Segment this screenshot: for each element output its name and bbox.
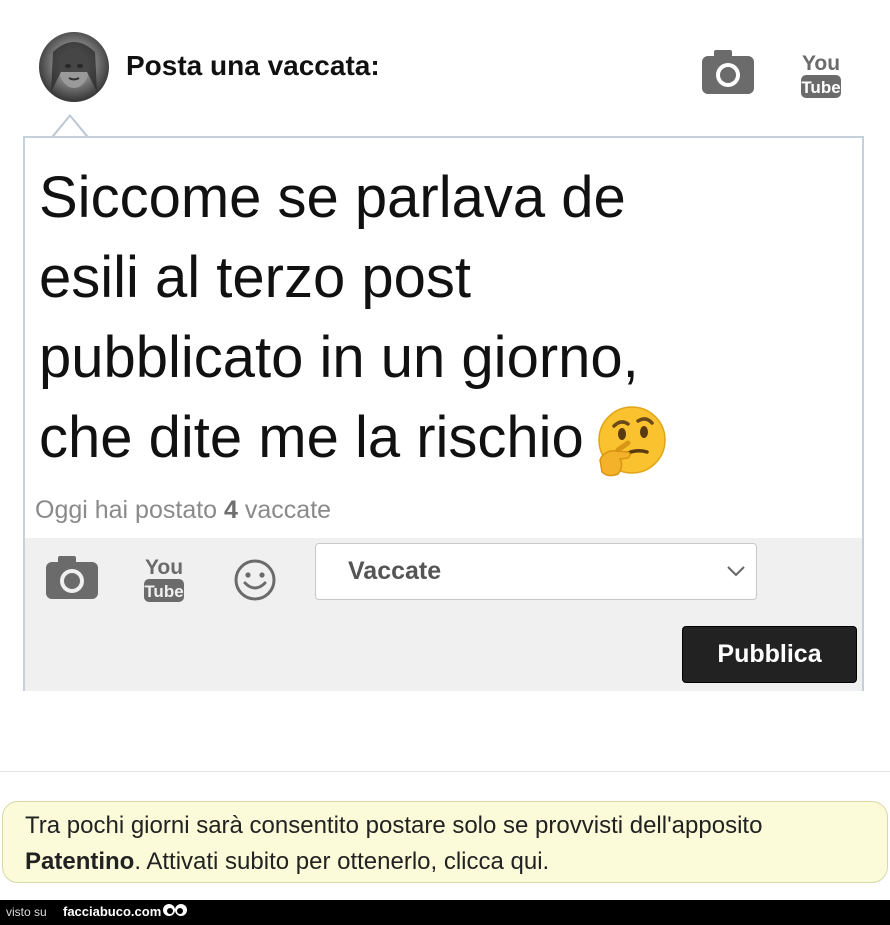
counter-value: 4: [224, 496, 238, 524]
notice-text-part1: Tra pochi giorni sarà consentito postare…: [25, 812, 763, 839]
post-text-line: Siccome se parlava de: [39, 165, 626, 230]
notice-text: Tra pochi giorni sarà consentito postare…: [25, 808, 865, 880]
post-composer: Siccome se parlava de esili al terzo pos…: [23, 136, 864, 691]
counter-prefix: Oggi hai postato: [35, 496, 218, 524]
category-select[interactable]: Vaccate: [315, 543, 757, 600]
svg-text:Tube: Tube: [801, 78, 840, 97]
counter-suffix: vaccate: [244, 496, 332, 524]
page-title: Posta una vaccata:: [126, 50, 380, 81]
chevron-down-icon: [727, 566, 745, 577]
post-text-line: che dite me la rischio: [39, 405, 584, 470]
notice-clicca-qui-link[interactable]: . Attivati subito per ottenerlo, clicca …: [134, 848, 549, 875]
post-text-line: esili al terzo post: [39, 245, 471, 310]
add-video-youtube-icon[interactable]: You Tube: [143, 552, 185, 604]
watermark-visto: visto su: [6, 905, 47, 919]
watermark-bar: visto su facciabuco.com: [0, 900, 890, 925]
youtube-icon[interactable]: You Tube: [800, 48, 842, 100]
notice-patentino: Patentino: [25, 848, 135, 875]
divider: [0, 771, 890, 772]
add-photo-camera-icon[interactable]: [45, 556, 99, 600]
svg-text:You: You: [145, 556, 183, 579]
eyes-logo-icon: [163, 904, 187, 916]
composer-toolbar: You Tube Vaccate Pubblica: [25, 538, 862, 691]
post-counter: Oggi hai postato 4 vaccate: [35, 496, 331, 525]
svg-text:Tube: Tube: [144, 582, 183, 601]
emoji-smiley-icon[interactable]: [233, 558, 277, 602]
camera-icon[interactable]: [700, 48, 756, 96]
post-textarea[interactable]: Siccome se parlava de esili al terzo pos…: [39, 158, 819, 480]
svg-text:You: You: [802, 52, 840, 75]
patentino-notice[interactable]: Tra pochi giorni sarà consentito postare…: [2, 801, 888, 883]
post-text-line-last: che dite me la rischio: [39, 398, 819, 480]
user-avatar[interactable]: [39, 32, 109, 102]
category-select-value: Vaccate: [348, 557, 442, 585]
watermark-site: facciabuco.com: [63, 904, 162, 919]
publish-button[interactable]: Pubblica: [682, 626, 857, 683]
post-text-line: pubblicato in un giorno,: [39, 325, 639, 390]
thinking-face-emoji: [594, 404, 670, 480]
